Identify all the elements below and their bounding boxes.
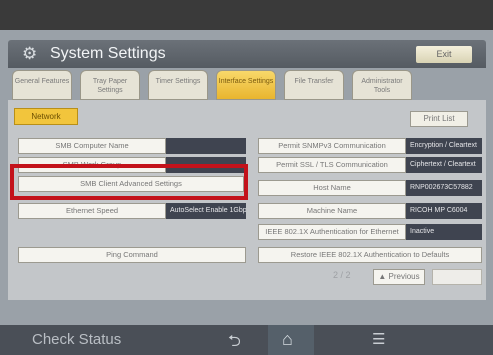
- page-indicator: 2 / 2: [333, 270, 351, 280]
- next-button[interactable]: [432, 269, 482, 285]
- gear-icon: ⚙: [22, 44, 38, 63]
- machine-name-button[interactable]: Machine Name: [258, 203, 406, 219]
- smb-computer-name-button[interactable]: SMB Computer Name: [18, 138, 166, 154]
- permit-snmpv3-button[interactable]: Permit SNMPv3 Communication: [258, 138, 406, 154]
- subtab-network[interactable]: Network: [14, 108, 78, 125]
- tab-general-features[interactable]: General Features: [12, 70, 72, 100]
- page-title: System Settings: [50, 45, 166, 62]
- ping-command-button[interactable]: Ping Command: [18, 247, 246, 263]
- bottom-bar: Check Status ⮌ ⌂ ☰: [0, 325, 493, 355]
- check-status-button[interactable]: Check Status: [32, 331, 121, 348]
- title-bar: ⚙ System Settings Exit: [8, 40, 486, 68]
- machine-name-value: RICOH MP C6004: [406, 203, 482, 219]
- ethernet-speed-value: AutoSelect Enable 1Gbps: [166, 203, 246, 219]
- host-name-button[interactable]: Host Name: [258, 180, 406, 196]
- home-button[interactable]: ⌂: [268, 325, 314, 355]
- permit-snmpv3-value: Encryption / Cleartext: [406, 138, 482, 154]
- screen-bezel: [0, 0, 493, 30]
- permit-ssl-tls-button[interactable]: Permit SSL / TLS Communication: [258, 157, 406, 173]
- restore-ieee-8021x-defaults-button[interactable]: Restore IEEE 802.1X Authentication to De…: [258, 247, 482, 263]
- print-list-button[interactable]: Print List: [410, 111, 468, 127]
- home-icon: ⌂: [282, 329, 293, 349]
- previous-button[interactable]: ▲ Previous: [373, 269, 425, 285]
- tab-administrator-tools[interactable]: Administrator Tools: [352, 70, 412, 100]
- highlight-box: [10, 164, 248, 200]
- host-name-value: RNP002673C57882: [406, 180, 482, 196]
- tab-file-transfer[interactable]: File Transfer: [284, 70, 344, 100]
- tab-tray-paper-settings[interactable]: Tray Paper Settings: [80, 70, 140, 100]
- permit-ssl-tls-value: Ciphertext / Cleartext: [406, 157, 482, 173]
- exit-button[interactable]: Exit: [416, 46, 472, 63]
- menu-icon[interactable]: ☰: [372, 330, 385, 348]
- ethernet-speed-button[interactable]: Ethernet Speed: [18, 203, 166, 219]
- back-icon[interactable]: ⮌: [228, 330, 241, 355]
- ieee-8021x-ethernet-button[interactable]: IEEE 802.1X Authentication for Ethernet: [258, 224, 406, 240]
- screen: ⚙ System Settings Exit General Features …: [0, 0, 493, 355]
- ieee-8021x-ethernet-value: Inactive: [406, 224, 482, 240]
- smb-computer-name-value: [166, 138, 246, 154]
- tab-interface-settings[interactable]: Interface Settings: [216, 70, 276, 100]
- tab-bar: General Features Tray Paper Settings Tim…: [12, 70, 482, 100]
- tab-timer-settings[interactable]: Timer Settings: [148, 70, 208, 100]
